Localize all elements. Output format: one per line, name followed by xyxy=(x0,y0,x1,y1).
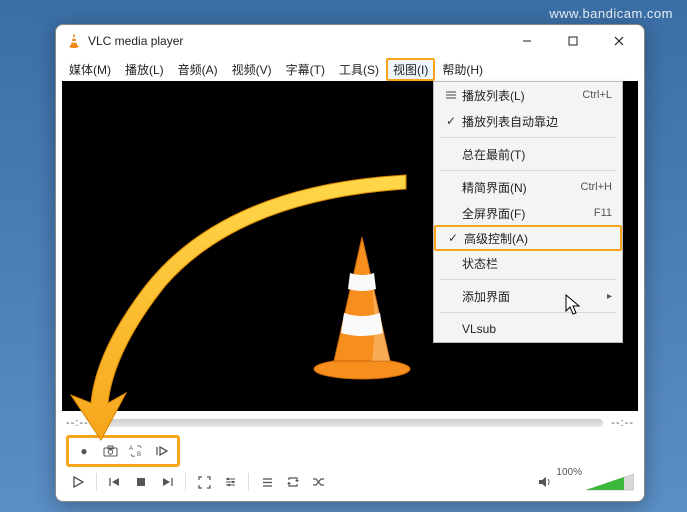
menu-item-minimal-view[interactable]: 精简界面(N) Ctrl+H xyxy=(434,174,622,200)
menu-item-label: 精简界面(N) xyxy=(462,179,581,196)
shuffle-button[interactable] xyxy=(307,471,331,493)
minimize-button[interactable] xyxy=(504,26,550,56)
stop-icon xyxy=(135,476,147,488)
stop-button[interactable] xyxy=(129,471,153,493)
menu-item-shortcut: F11 xyxy=(594,207,612,219)
menu-item-label: 添加界面 xyxy=(462,288,607,305)
shuffle-icon xyxy=(312,476,326,488)
play-button[interactable] xyxy=(66,471,90,493)
menu-item-shortcut: Ctrl+H xyxy=(581,181,612,193)
list-icon xyxy=(440,90,462,100)
menu-video[interactable]: 视频(V) xyxy=(225,58,279,81)
window-title: VLC media player xyxy=(88,34,183,48)
seek-time-left: --:-- xyxy=(66,417,89,429)
advanced-controls-group: ● AB xyxy=(66,435,180,467)
menu-item-label: 状态栏 xyxy=(462,255,612,272)
playlist-icon xyxy=(261,477,274,488)
svg-text:B: B xyxy=(137,452,141,458)
menu-item-label: 播放列表自动靠边 xyxy=(462,113,612,130)
camera-icon xyxy=(103,445,118,457)
menu-view[interactable]: 视图(I) xyxy=(386,58,435,81)
menu-item-status-bar[interactable]: 状态栏 xyxy=(434,250,622,276)
volume-control: 100% xyxy=(538,473,634,491)
menu-item-shortcut: Ctrl+L xyxy=(582,89,612,101)
menu-item-playlist[interactable]: 播放列表(L) Ctrl+L xyxy=(434,82,622,108)
menu-item-vlsub[interactable]: VLsub xyxy=(434,316,622,342)
seekbar: --:-- --:-- xyxy=(56,411,644,431)
extended-settings-button[interactable] xyxy=(218,471,242,493)
menu-item-fullscreen-interface[interactable]: 全屏界面(F) F11 xyxy=(434,200,622,226)
menu-item-label: 总在最前(T) xyxy=(462,146,612,163)
prev-icon xyxy=(108,476,122,488)
seek-time-right: --:-- xyxy=(611,417,634,429)
speaker-icon[interactable] xyxy=(538,476,552,488)
menu-item-dock-playlist[interactable]: ✓ 播放列表自动靠边 xyxy=(434,108,622,134)
volume-text: 100% xyxy=(556,467,582,478)
menu-media[interactable]: 媒体(M) xyxy=(62,58,118,81)
menu-item-always-on-top[interactable]: 总在最前(T) xyxy=(434,141,622,167)
record-icon: ● xyxy=(80,444,87,458)
menu-playback[interactable]: 播放(L) xyxy=(118,58,171,81)
loop-button[interactable] xyxy=(281,471,305,493)
frame-step-icon xyxy=(155,445,169,457)
snapshot-button[interactable] xyxy=(98,440,122,462)
play-icon xyxy=(71,475,85,489)
submenu-arrow-icon: ▸ xyxy=(607,291,612,302)
close-button[interactable] xyxy=(596,26,642,56)
prev-button[interactable] xyxy=(103,471,127,493)
menu-item-add-interface[interactable]: 添加界面 ▸ xyxy=(434,283,622,309)
playlist-button[interactable] xyxy=(255,471,279,493)
next-icon xyxy=(160,476,174,488)
menu-item-label: 全屏界面(F) xyxy=(462,205,594,222)
menu-subtitle[interactable]: 字幕(T) xyxy=(279,58,332,81)
frame-step-button[interactable] xyxy=(150,440,174,462)
sliders-icon xyxy=(224,476,237,488)
menu-separator xyxy=(440,312,616,313)
view-dropdown-menu: 播放列表(L) Ctrl+L ✓ 播放列表自动靠边 总在最前(T) 精简界面(N… xyxy=(433,81,623,343)
seek-slider[interactable] xyxy=(97,419,604,427)
menu-separator xyxy=(440,137,616,138)
cursor-icon xyxy=(564,293,584,317)
svg-text:A: A xyxy=(129,446,133,452)
titlebar: VLC media player xyxy=(56,25,644,57)
loop-icon xyxy=(286,476,300,488)
menubar: 媒体(M) 播放(L) 音频(A) 视频(V) 字幕(T) 工具(S) 视图(I… xyxy=(56,57,644,81)
check-icon: ✓ xyxy=(442,231,464,245)
menu-audio[interactable]: 音频(A) xyxy=(171,58,225,81)
check-icon: ✓ xyxy=(440,114,462,128)
fullscreen-button[interactable] xyxy=(192,471,216,493)
watermark-text: www.bandicam.com xyxy=(549,6,673,21)
fullscreen-icon xyxy=(198,476,211,489)
loop-ab-button[interactable]: AB xyxy=(124,440,148,462)
vlc-cone-icon xyxy=(302,231,422,381)
menu-tools[interactable]: 工具(S) xyxy=(332,58,386,81)
record-button[interactable]: ● xyxy=(72,440,96,462)
next-button[interactable] xyxy=(155,471,179,493)
volume-slider[interactable] xyxy=(586,473,634,491)
maximize-button[interactable] xyxy=(550,26,596,56)
menu-item-label: VLsub xyxy=(462,322,612,336)
app-icon xyxy=(66,33,82,49)
menu-item-label: 播放列表(L) xyxy=(462,87,582,104)
playback-controls: 100% xyxy=(56,469,644,499)
menu-help[interactable]: 帮助(H) xyxy=(435,58,490,81)
loop-ab-icon: AB xyxy=(128,444,144,458)
app-window: VLC media player 媒体(M) 播放(L) 音频(A) 视频(V)… xyxy=(55,24,645,502)
menu-item-label: 高级控制(A) xyxy=(464,230,610,247)
menu-separator xyxy=(440,279,616,280)
menu-item-advanced-controls[interactable]: ✓ 高级控制(A) xyxy=(434,225,622,251)
menu-separator xyxy=(440,170,616,171)
